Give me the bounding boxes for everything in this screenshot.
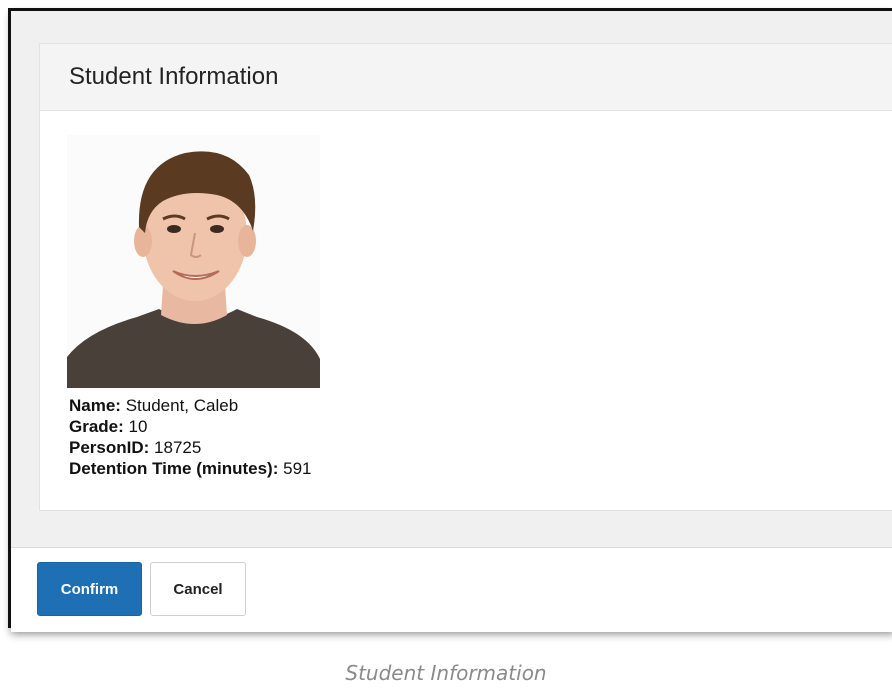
detail-label: Grade: [69,417,124,436]
detail-label: Detention Time (minutes): [69,459,279,478]
student-details: Name: Student, Caleb Grade: 10 PersonID:… [69,395,311,479]
detail-name: Name: Student, Caleb [69,395,311,416]
student-photo [67,135,320,388]
detail-value: Student, Caleb [125,396,239,415]
screenshot-frame: Student Information Name: Student, Caleb… [8,8,892,632]
action-bar: Confirm Cancel [11,547,892,632]
card-title: Student Information [69,63,279,90]
detail-personid: PersonID: 18725 [69,437,311,458]
detail-value: 10 [128,417,148,436]
detail-label: PersonID: [69,438,150,457]
detail-label: Name: [69,396,121,415]
cancel-button[interactable]: Cancel [150,562,246,616]
card-header: Student Information [40,44,892,111]
figure-caption: Student Information [345,661,547,685]
confirm-button[interactable]: Confirm [37,562,142,616]
student-photo-image [67,135,320,388]
detail-grade: Grade: 10 [69,416,311,437]
detail-detention-time: Detention Time (minutes): 591 [69,458,311,479]
student-info-card: Student Information Name: Student, Caleb… [39,43,892,511]
detail-value: 591 [283,459,312,478]
detail-value: 18725 [154,438,202,457]
